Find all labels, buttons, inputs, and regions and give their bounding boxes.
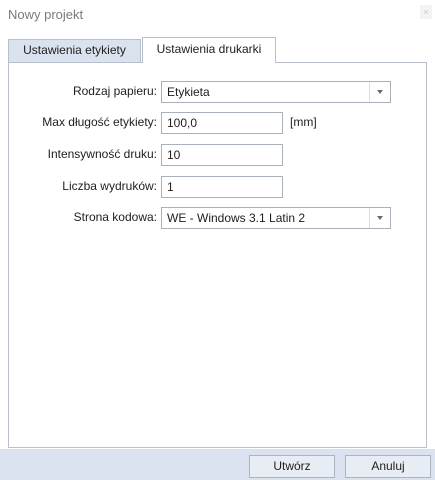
max-length-unit: [mm] (290, 115, 317, 129)
paper-type-value: Etykieta (167, 85, 210, 99)
copies-label: Liczba wydruków: (62, 179, 157, 193)
printer-settings-panel: Rodzaj papieru: Etykieta Max długość ety… (8, 62, 427, 448)
copies-row: Liczba wydruków: 1 (9, 176, 426, 198)
close-icon[interactable]: × (420, 5, 432, 19)
window-title: Nowy projekt (8, 7, 84, 22)
print-intensity-row: Intensywność druku: 10 (9, 144, 426, 166)
tab-printer-settings[interactable]: Ustawienia drukarki (142, 37, 276, 63)
copies-input[interactable]: 1 (161, 176, 283, 198)
max-length-label: Max długość etykiety: (42, 115, 157, 129)
tab-label-settings[interactable]: Ustawienia etykiety (8, 39, 141, 62)
chevron-down-icon[interactable] (369, 208, 390, 228)
code-page-select[interactable]: WE - Windows 3.1 Latin 2 (161, 207, 391, 229)
paper-type-select[interactable]: Etykieta (161, 81, 391, 103)
code-page-row: Strona kodowa: WE - Windows 3.1 Latin 2 (9, 207, 426, 229)
code-page-value: WE - Windows 3.1 Latin 2 (167, 211, 306, 225)
title-bar: Nowy projekt × (0, 0, 435, 30)
max-length-input[interactable]: 100,0 (161, 112, 283, 134)
paper-type-label: Rodzaj papieru: (72, 84, 157, 98)
max-length-row: Max długość etykiety: 100,0 [mm] (9, 112, 426, 134)
paper-type-row: Rodzaj papieru: Etykieta (9, 81, 426, 103)
chevron-down-icon[interactable] (369, 82, 390, 102)
code-page-label: Strona kodowa: (73, 210, 157, 224)
dialog-button-bar: Utwórz Anuluj (0, 449, 435, 480)
new-project-dialog: Nowy projekt × Ustawienia etykiety Ustaw… (0, 0, 435, 480)
print-intensity-label: Intensywność druku: (47, 147, 157, 161)
print-intensity-input[interactable]: 10 (161, 144, 283, 166)
create-button[interactable]: Utwórz (249, 455, 335, 478)
cancel-button[interactable]: Anuluj (345, 455, 431, 478)
